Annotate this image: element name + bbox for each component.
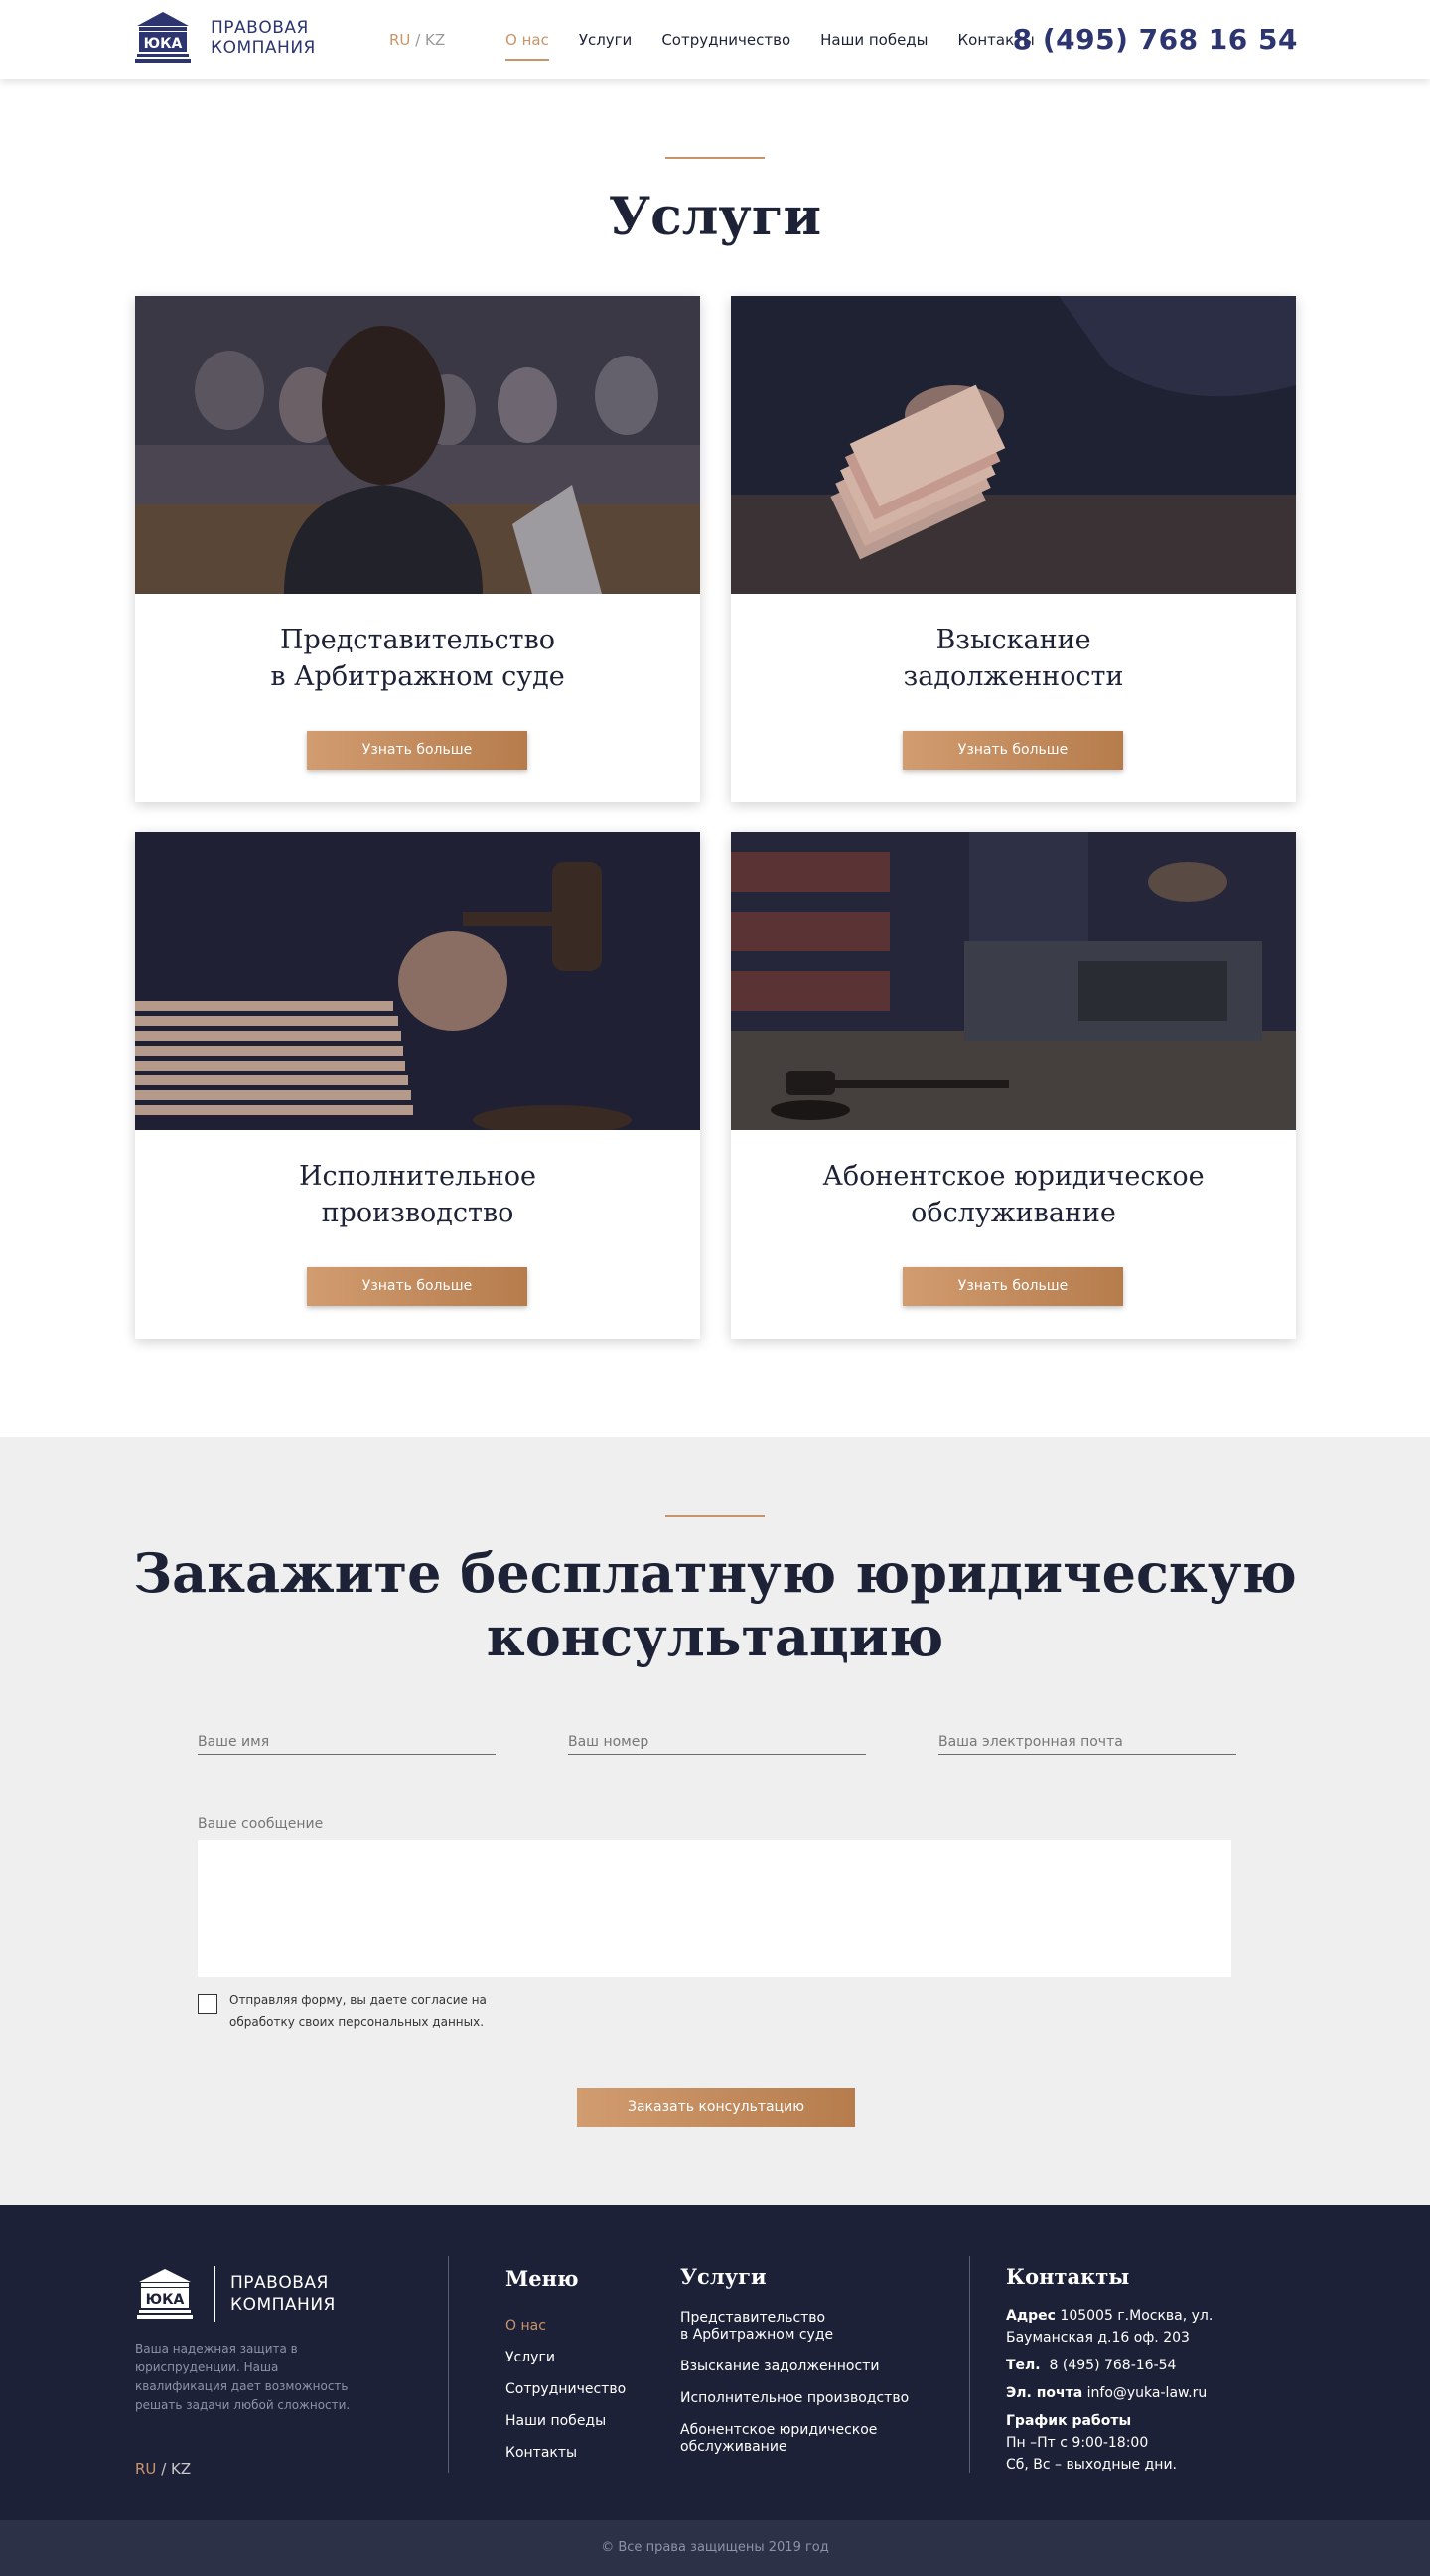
phone-input[interactable] [568,1734,866,1750]
footer-menu-title: Меню [505,2266,579,2291]
card-title: Исполнительное производство [298,1161,537,1228]
nav-item-about[interactable]: О нас [505,31,549,61]
learn-more-button[interactable]: Узнать больше [903,1267,1123,1306]
language-switcher: RU / KZ [389,31,445,49]
footer-menu-services[interactable]: Услуги [505,2342,626,2373]
footer-divider [448,2256,449,2473]
footer-logo[interactable]: ЮКА ПРАВОВАЯ КОМПАНИЯ [135,2266,336,2322]
consent-text: Отправляя форму, вы даете согласие на об… [229,1993,487,2029]
footer-contacts-title: Контакты [1006,2264,1130,2289]
gavel-documents-photo [135,832,700,1130]
card-title: Абонентское юридическое обслуживание [822,1161,1205,1228]
consultation-section: Закажите бесплатную юридическую консульт… [0,1437,1430,2205]
footer-menu-about[interactable]: О нас [505,2310,626,2342]
footer-logo-text: ПРАВОВАЯ КОМПАНИЯ [230,2273,336,2315]
footer-menu-contacts[interactable]: Контакты [505,2437,626,2469]
footer-lang-ru[interactable]: RU [135,2460,156,2478]
logo-separator [214,2266,215,2322]
email-field [938,1731,1236,1755]
email-input[interactable] [938,1734,1236,1750]
copyright: © Все права защищены 2019 год [0,2520,1430,2576]
lang-separator: / [161,2460,167,2478]
footer-contacts: Адрес 105005 г.Москва, ул. Бауманская д.… [1006,2305,1234,2476]
logo[interactable]: ЮКА ПРАВОВАЯ КОМПАНИЯ [133,10,316,66]
contact-phone-link[interactable]: 8 (495) 768-16-54 [1050,2358,1177,2373]
lang-ru[interactable]: RU [389,31,410,49]
footer-service-item[interactable]: Исполнительное производство [680,2390,909,2407]
consent-row: Отправляя форму, вы даете согласие на об… [198,1989,507,2033]
lang-separator: / [415,31,421,49]
logo-text: ПРАВОВАЯ КОМПАНИЯ [211,18,316,58]
footer-divider [969,2256,970,2473]
message-textarea[interactable] [198,1840,1231,1977]
main-nav: О нас Услуги Сотрудничество Наши победы … [505,31,1065,61]
learn-more-button[interactable]: Узнать больше [307,1267,527,1306]
footer-language-switcher: RU / KZ [135,2460,191,2478]
services-title: Услуги [608,187,822,247]
footer-service-item[interactable]: Представительство в Арбитражном суде [680,2310,909,2344]
nav-item-services[interactable]: Услуги [579,31,632,49]
card-title: Взыскание задолженности [903,625,1124,692]
svg-text:ЮКА: ЮКА [144,36,183,52]
header-phone[interactable]: 8 (495) 768 16 54 [1013,23,1298,56]
consultation-title: Закажите бесплатную юридическую консульт… [133,1541,1297,1668]
service-card[interactable]: Взыскание задолженности Узнать больше [731,296,1296,802]
footer-menu: О нас Услуги Сотрудничество Наши победы … [505,2310,626,2469]
contact-email-link[interactable]: info@yuka-law.ru [1087,2385,1208,2401]
name-input[interactable] [198,1734,496,1750]
courtroom-woman-photo [135,296,700,594]
service-card[interactable]: Представительство в Арбитражном суде Узн… [135,296,700,802]
footer-lang-kz[interactable]: KZ [171,2460,191,2478]
site-header: ЮКА ПРАВОВАЯ КОМПАНИЯ RU / KZ О нас Услу… [0,0,1430,79]
learn-more-button[interactable]: Узнать больше [903,731,1123,770]
phone-field [568,1731,866,1755]
briefcase-gavel-photo [731,832,1296,1130]
name-field [198,1731,496,1755]
section-divider [665,1515,765,1517]
footer-service-item[interactable]: Взыскание задолженности [680,2359,909,2375]
section-divider [665,157,765,159]
svg-text:ЮКА: ЮКА [146,2292,185,2308]
lang-kz[interactable]: KZ [425,31,445,49]
logo-line-2: КОМПАНИЯ [211,38,316,58]
contact-address: Адрес 105005 г.Москва, ул. Бауманская д.… [1006,2308,1214,2346]
money-banknotes-photo [731,296,1296,594]
footer-menu-victories[interactable]: Наши победы [505,2405,626,2437]
nav-item-cooperation[interactable]: Сотрудничество [661,31,790,49]
message-label: Ваше сообщение [198,1816,324,1832]
building-logo-icon: ЮКА [135,12,191,63]
footer-services-list: Представительство в Арбитражном суде Взы… [680,2310,909,2471]
contact-phone: Тел. 8 (495) 768-16-54 [1006,2358,1177,2373]
service-card[interactable]: Исполнительное производство Узнать больш… [135,832,700,1339]
site-footer: ЮКА ПРАВОВАЯ КОМПАНИЯ Ваша надежная защи… [0,2205,1430,2520]
consent-checkbox[interactable] [198,1994,217,2014]
footer-services-title: Услуги [680,2264,767,2289]
contact-schedule: График работы Пн –Пт с 9:00-18:00 Сб, Вс… [1006,2413,1177,2473]
logo-line-1: ПРАВОВАЯ [211,18,309,38]
footer-description: Ваша надежная защита в юриспруденции. На… [135,2342,351,2412]
learn-more-button[interactable]: Узнать больше [307,731,527,770]
service-card[interactable]: Абонентское юридическое обслуживание Узн… [731,832,1296,1339]
card-title: Представительство в Арбитражном суде [270,625,565,692]
building-logo-icon: ЮКА [137,2269,193,2319]
nav-item-victories[interactable]: Наши победы [820,31,928,49]
contact-email: Эл. почта info@yuka-law.ru [1006,2385,1208,2401]
submit-consultation-button[interactable]: Заказать консультацию [577,2088,855,2127]
services-section: Услуги Представительство в Арбитражном с… [0,79,1430,1437]
footer-service-item[interactable]: Абонентское юридическое обслуживание [680,2422,909,2456]
footer-menu-cooperation[interactable]: Сотрудничество [505,2373,626,2405]
